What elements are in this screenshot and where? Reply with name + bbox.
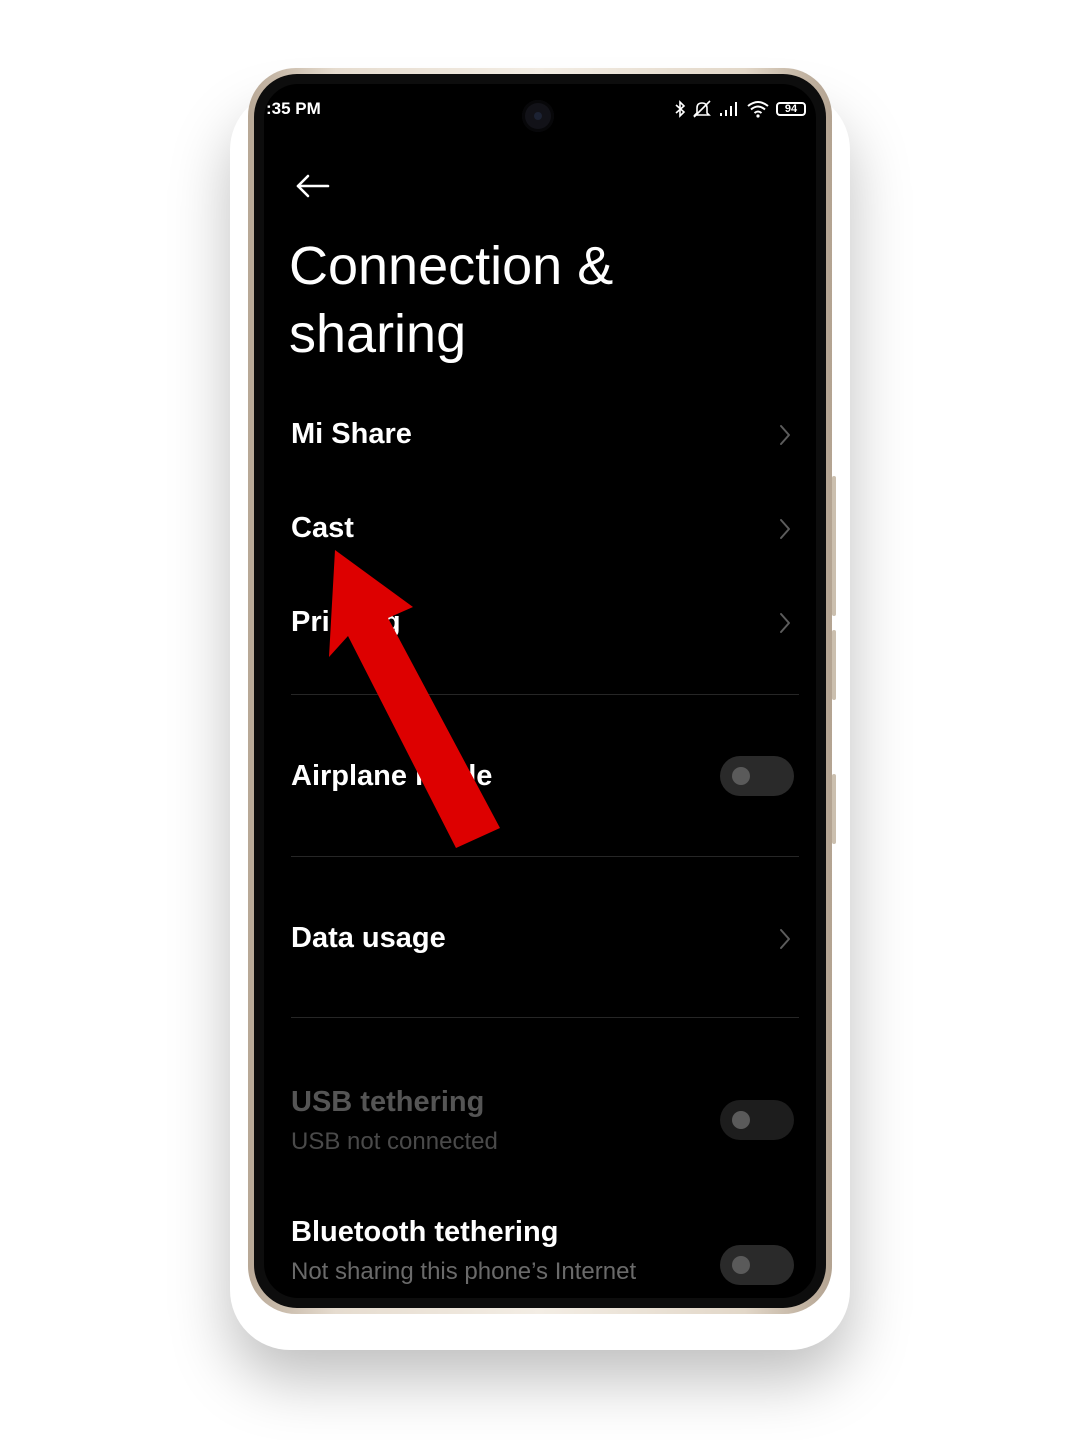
airplane-mode-toggle[interactable] — [720, 756, 794, 796]
usb-tethering-label: USB tethering — [291, 1086, 485, 1118]
usb-tethering-sub: USB not connected — [291, 1128, 498, 1155]
printing-label: Printing — [291, 606, 401, 638]
front-camera — [522, 100, 554, 132]
power-button — [832, 630, 836, 700]
back-button[interactable] — [290, 164, 334, 208]
bluetooth-icon — [675, 100, 686, 118]
usb-tethering-toggle[interactable] — [720, 1100, 794, 1140]
mute-icon — [693, 100, 711, 118]
cast-row[interactable]: Cast — [264, 482, 816, 576]
screen: :35 PM 94 Connection & sharing Mi Share … — [264, 84, 816, 1298]
divider — [291, 694, 799, 695]
chevron-right-icon — [780, 613, 790, 633]
phone-bezel: :35 PM 94 Connection & sharing Mi Share … — [254, 74, 826, 1308]
status-icons: 94 — [674, 98, 806, 120]
back-arrow-icon — [296, 174, 330, 198]
chevron-right-icon — [780, 425, 790, 445]
signal-icon — [720, 102, 737, 116]
status-time: :35 PM — [266, 99, 321, 118]
airplane-mode-label: Airplane mode — [291, 760, 493, 792]
data-usage-row[interactable]: Data usage — [264, 892, 816, 986]
chevron-right-icon — [780, 519, 790, 539]
divider — [291, 1017, 799, 1018]
page-title-line2: sharing — [289, 304, 467, 364]
phone-frame: :35 PM 94 Connection & sharing Mi Share … — [248, 68, 836, 1314]
page-title: Connection & sharing — [289, 232, 789, 368]
side-key — [832, 774, 836, 844]
divider — [291, 856, 799, 857]
bluetooth-tethering-toggle[interactable] — [720, 1245, 794, 1285]
battery-icon: 94 — [776, 102, 806, 116]
airplane-mode-row[interactable]: Airplane mode — [264, 730, 816, 824]
chevron-right-icon — [780, 929, 790, 949]
page-title-line1: Connection & — [289, 236, 614, 296]
bluetooth-tethering-label: Bluetooth tethering — [291, 1216, 559, 1248]
wifi-icon — [747, 101, 769, 118]
cast-label: Cast — [291, 512, 354, 544]
bluetooth-tethering-sub: Not sharing this phone’s Internet — [291, 1258, 637, 1285]
mi-share-row[interactable]: Mi Share — [264, 388, 816, 482]
volume-button — [832, 476, 836, 616]
usb-tethering-row[interactable]: USB tethering USB not connected — [264, 1074, 816, 1184]
bluetooth-tethering-row[interactable]: Bluetooth tethering Not sharing this pho… — [264, 1204, 816, 1298]
data-usage-label: Data usage — [291, 922, 446, 954]
printing-row[interactable]: Printing — [264, 576, 816, 670]
mi-share-label: Mi Share — [291, 418, 412, 450]
